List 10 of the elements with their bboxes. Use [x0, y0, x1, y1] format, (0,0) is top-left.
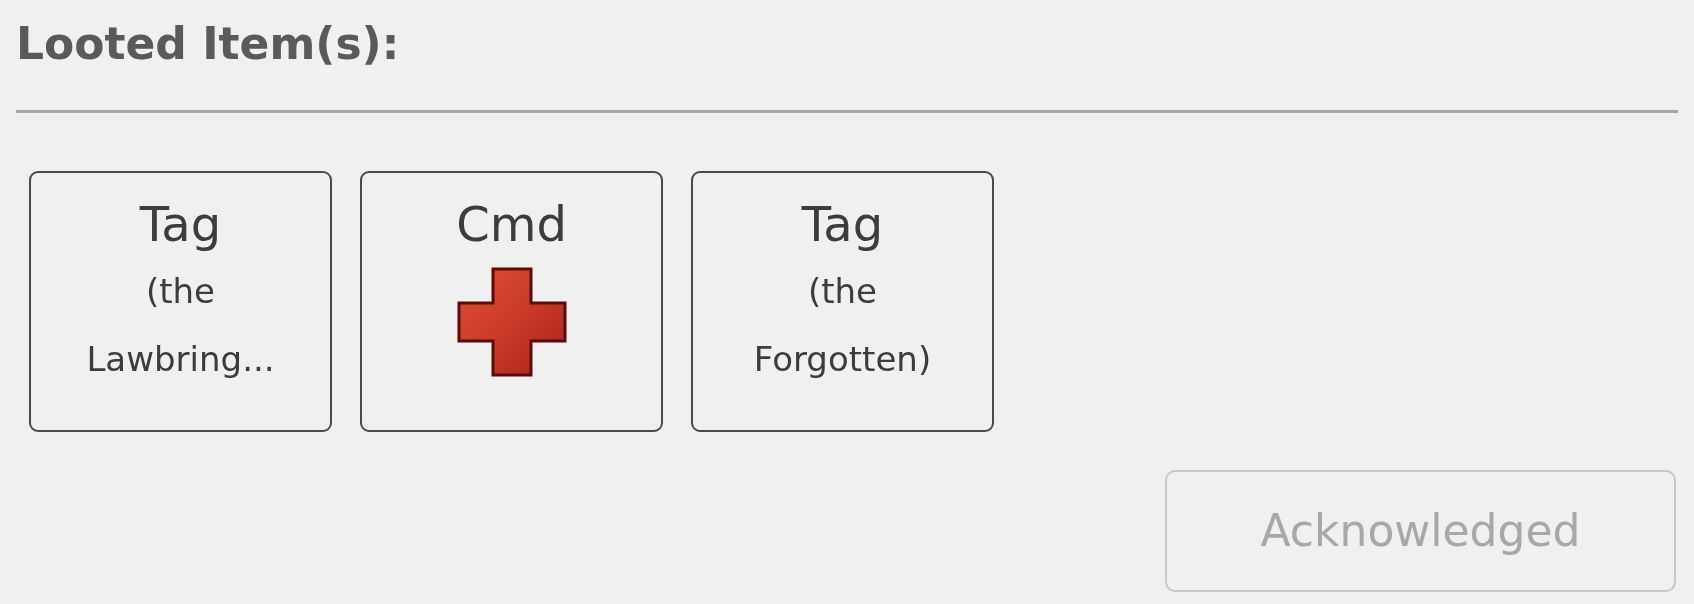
item-name: Cmd [456, 195, 567, 254]
item-card[interactable]: Cmd [360, 171, 663, 432]
item-subtitle: (the Lawbring... [85, 270, 276, 381]
medical-cross-icon [456, 267, 567, 377]
item-card[interactable]: Tag (the Forgotten) [691, 171, 994, 432]
item-subtitle: (the Forgotten) [752, 270, 933, 381]
item-name: Tag [801, 195, 884, 254]
section-title: Looted Item(s): [16, 17, 400, 71]
item-name: Tag [139, 195, 222, 254]
item-card[interactable]: Tag (the Lawbring... [29, 171, 332, 432]
